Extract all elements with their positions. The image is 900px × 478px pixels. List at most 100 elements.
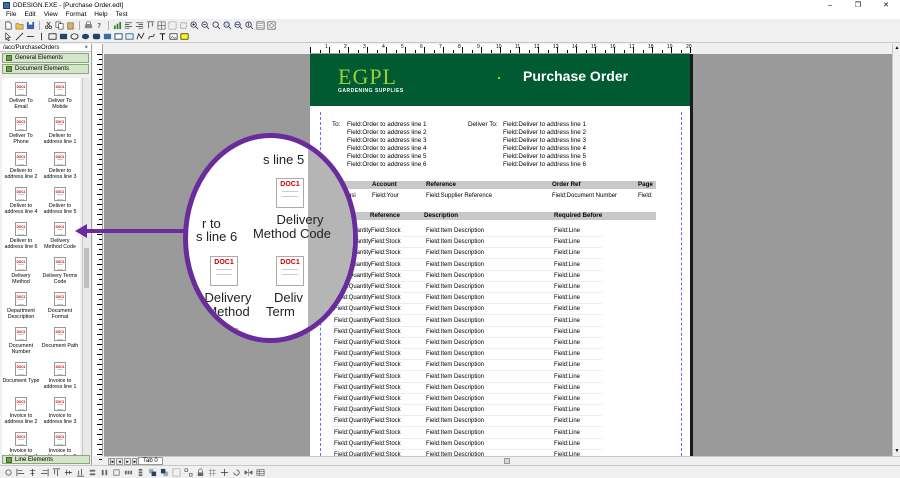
space-horizontal-icon[interactable] xyxy=(123,467,134,477)
table-row[interactable]: Field:QuantityField:StockField:Item Desc… xyxy=(332,282,602,293)
panel-close-icon[interactable]: × xyxy=(84,45,88,51)
align-right-edges-icon[interactable] xyxy=(39,467,50,477)
tab-first-button[interactable]: |◂ xyxy=(108,458,115,465)
grid-icon[interactable] xyxy=(156,20,166,30)
zoom-fit-icon[interactable] xyxy=(211,20,221,30)
element-item[interactable]: Invoice to address line 5 xyxy=(41,432,79,455)
table-row[interactable]: Field:QuantityField:StockField:Item Desc… xyxy=(332,372,602,383)
panel-scrollbar[interactable] xyxy=(82,78,90,455)
document-title[interactable]: Purchase Order xyxy=(523,68,628,84)
align-left-icon[interactable] xyxy=(123,20,133,30)
flip-icon[interactable] xyxy=(243,467,254,477)
element-item[interactable]: Document Format xyxy=(41,292,79,328)
table-row[interactable]: Field:QuantityField:StockField:Item Desc… xyxy=(332,394,602,405)
grid-snap-icon[interactable] xyxy=(207,467,218,477)
element-item[interactable]: Deliver to address line 6 xyxy=(2,222,40,258)
category-document-elements[interactable]: Document Elements xyxy=(2,64,89,74)
table-row[interactable]: Field:QuantityField:StockField:Item Desc… xyxy=(332,439,602,450)
element-item[interactable]: Department Description xyxy=(2,292,40,328)
properties-icon[interactable] xyxy=(255,20,265,30)
align-top-edges-icon[interactable] xyxy=(51,467,62,477)
document-page[interactable]: EGPL GARDENING SUPPLIES Purchase Order T… xyxy=(310,54,690,461)
copy-icon[interactable] xyxy=(54,20,64,30)
menu-view[interactable]: View xyxy=(44,11,58,18)
save-icon[interactable] xyxy=(25,20,35,30)
polyline-icon[interactable] xyxy=(135,32,145,42)
element-item[interactable]: Document Number xyxy=(2,327,40,363)
maximize-button[interactable]: ❐ xyxy=(844,0,872,10)
category-line-elements[interactable]: Line Elements xyxy=(2,455,90,464)
deliver-to-address-line[interactable]: Field:Deliver to address line 3 xyxy=(503,137,586,145)
scroll-down-icon[interactable]: ▼ xyxy=(894,448,900,454)
category-general-elements[interactable]: General Elements xyxy=(2,53,89,63)
deliver-to-address-block[interactable]: Field:Deliver to address line 1 Field:Del… xyxy=(503,121,586,169)
element-item[interactable]: Deliver To Email xyxy=(2,82,40,118)
element-item[interactable]: Deliver to address line 2 xyxy=(2,152,40,188)
table-row[interactable]: Field:QuantityField:StockField:Item Desc… xyxy=(332,428,602,439)
element-item[interactable]: Invoice to address line 3 xyxy=(41,397,79,433)
deliver-to-address-line[interactable]: Field:Deliver to address line 5 xyxy=(503,153,586,161)
table-row[interactable]: Field:QuantityField:StockField:Item Desc… xyxy=(332,383,602,394)
element-item[interactable]: Invoice to address line 1 xyxy=(41,362,79,398)
element-item[interactable]: Deliver to address line 4 xyxy=(2,187,40,223)
dotted-grid-icon[interactable] xyxy=(167,20,177,30)
ellipse-icon[interactable] xyxy=(69,32,79,42)
curve-icon[interactable] xyxy=(146,32,156,42)
element-item[interactable]: Document Path xyxy=(41,327,79,363)
table-row[interactable]: Field:QuantityField:StockField:Item Desc… xyxy=(332,338,602,349)
table-row[interactable]: Field:QuantityField:StockField:Item Desc… xyxy=(332,416,602,428)
table-row[interactable]: Field:QuantityField:StockField:Item Desc… xyxy=(332,271,602,282)
pointer-icon[interactable] xyxy=(3,32,13,42)
zoom-in-icon[interactable] xyxy=(189,20,199,30)
tab-prev-button[interactable]: ◂ xyxy=(116,458,123,465)
ungroup-icon[interactable] xyxy=(183,467,194,477)
table-row[interactable]: Field:QuantityField:StockField:Item Desc… xyxy=(332,316,602,327)
preview-icon[interactable] xyxy=(266,20,276,30)
tab-next-button[interactable]: ▸ xyxy=(124,458,131,465)
field-your[interactable]: Field:Your xyxy=(372,193,399,199)
table-row[interactable]: Field:QuantityField:StockField:Item Desc… xyxy=(332,360,602,372)
order-to-address-line[interactable]: Field:Order to address line 3 xyxy=(347,137,426,145)
deliver-to-address-line[interactable]: Field:Deliver to address line 1 xyxy=(503,121,586,129)
table-row[interactable]: Field:QuantityField:StockField:Item Desc… xyxy=(332,349,602,361)
filled-rectangle-icon[interactable] xyxy=(58,32,68,42)
element-item[interactable]: Deliver To Phone xyxy=(2,117,40,153)
close-button[interactable]: ✕ xyxy=(872,0,900,10)
frame-icon[interactable] xyxy=(124,32,134,42)
horizontal-line-icon[interactable] xyxy=(25,32,35,42)
move-icon[interactable] xyxy=(219,467,230,477)
zoom-actual-icon[interactable] xyxy=(244,20,254,30)
canvas-horizontal-scrollbar[interactable]: |◂ ◂ ▸ ▸| Tab 0 xyxy=(104,456,900,465)
paste-icon[interactable] xyxy=(65,20,75,30)
element-item[interactable]: Deliver To Mobile xyxy=(41,82,79,118)
rounded-rect-icon[interactable] xyxy=(91,32,101,42)
order-to-address-line[interactable]: Field:Order to address line 5 xyxy=(347,153,426,161)
align-middle-icon[interactable] xyxy=(63,467,74,477)
field-document-number[interactable]: Field:Document Number xyxy=(552,193,617,199)
order-to-address-line[interactable]: Field:Order to address line 1 xyxy=(347,121,426,129)
field-box-icon[interactable] xyxy=(179,32,189,42)
order-to-address-line[interactable]: Field:Order to address line 2 xyxy=(347,129,426,137)
zoom-page-icon[interactable] xyxy=(222,20,232,30)
menu-file[interactable]: File xyxy=(6,11,16,18)
horizontal-scroll-thumb[interactable] xyxy=(504,458,510,464)
text-icon[interactable] xyxy=(157,32,167,42)
table-row[interactable]: Field:QuantityField:StockField:Item Desc… xyxy=(332,327,602,338)
group-icon[interactable] xyxy=(171,467,182,477)
align-right-icon[interactable] xyxy=(134,20,144,30)
element-item[interactable]: Invoice to address line 2 xyxy=(2,397,40,433)
element-item[interactable]: Delivery Terms Code xyxy=(41,257,79,293)
minimize-button[interactable]: – xyxy=(816,0,844,10)
order-to-address-line[interactable]: Field:Order to address line 6 xyxy=(347,161,426,169)
align-bottom-edges-icon[interactable] xyxy=(75,467,86,477)
shaded-box-icon[interactable] xyxy=(102,32,112,42)
lock-icon[interactable] xyxy=(195,467,206,477)
space-vertical-icon[interactable] xyxy=(135,467,146,477)
new-file-icon[interactable] xyxy=(3,20,13,30)
menu-test[interactable]: Test xyxy=(116,11,128,18)
chart-icon[interactable] xyxy=(112,20,122,30)
scroll-up-icon[interactable]: ▲ xyxy=(894,45,900,51)
align-top-icon[interactable] xyxy=(145,20,155,30)
zoom-width-icon[interactable] xyxy=(233,20,243,30)
align-centers-icon[interactable] xyxy=(27,467,38,477)
